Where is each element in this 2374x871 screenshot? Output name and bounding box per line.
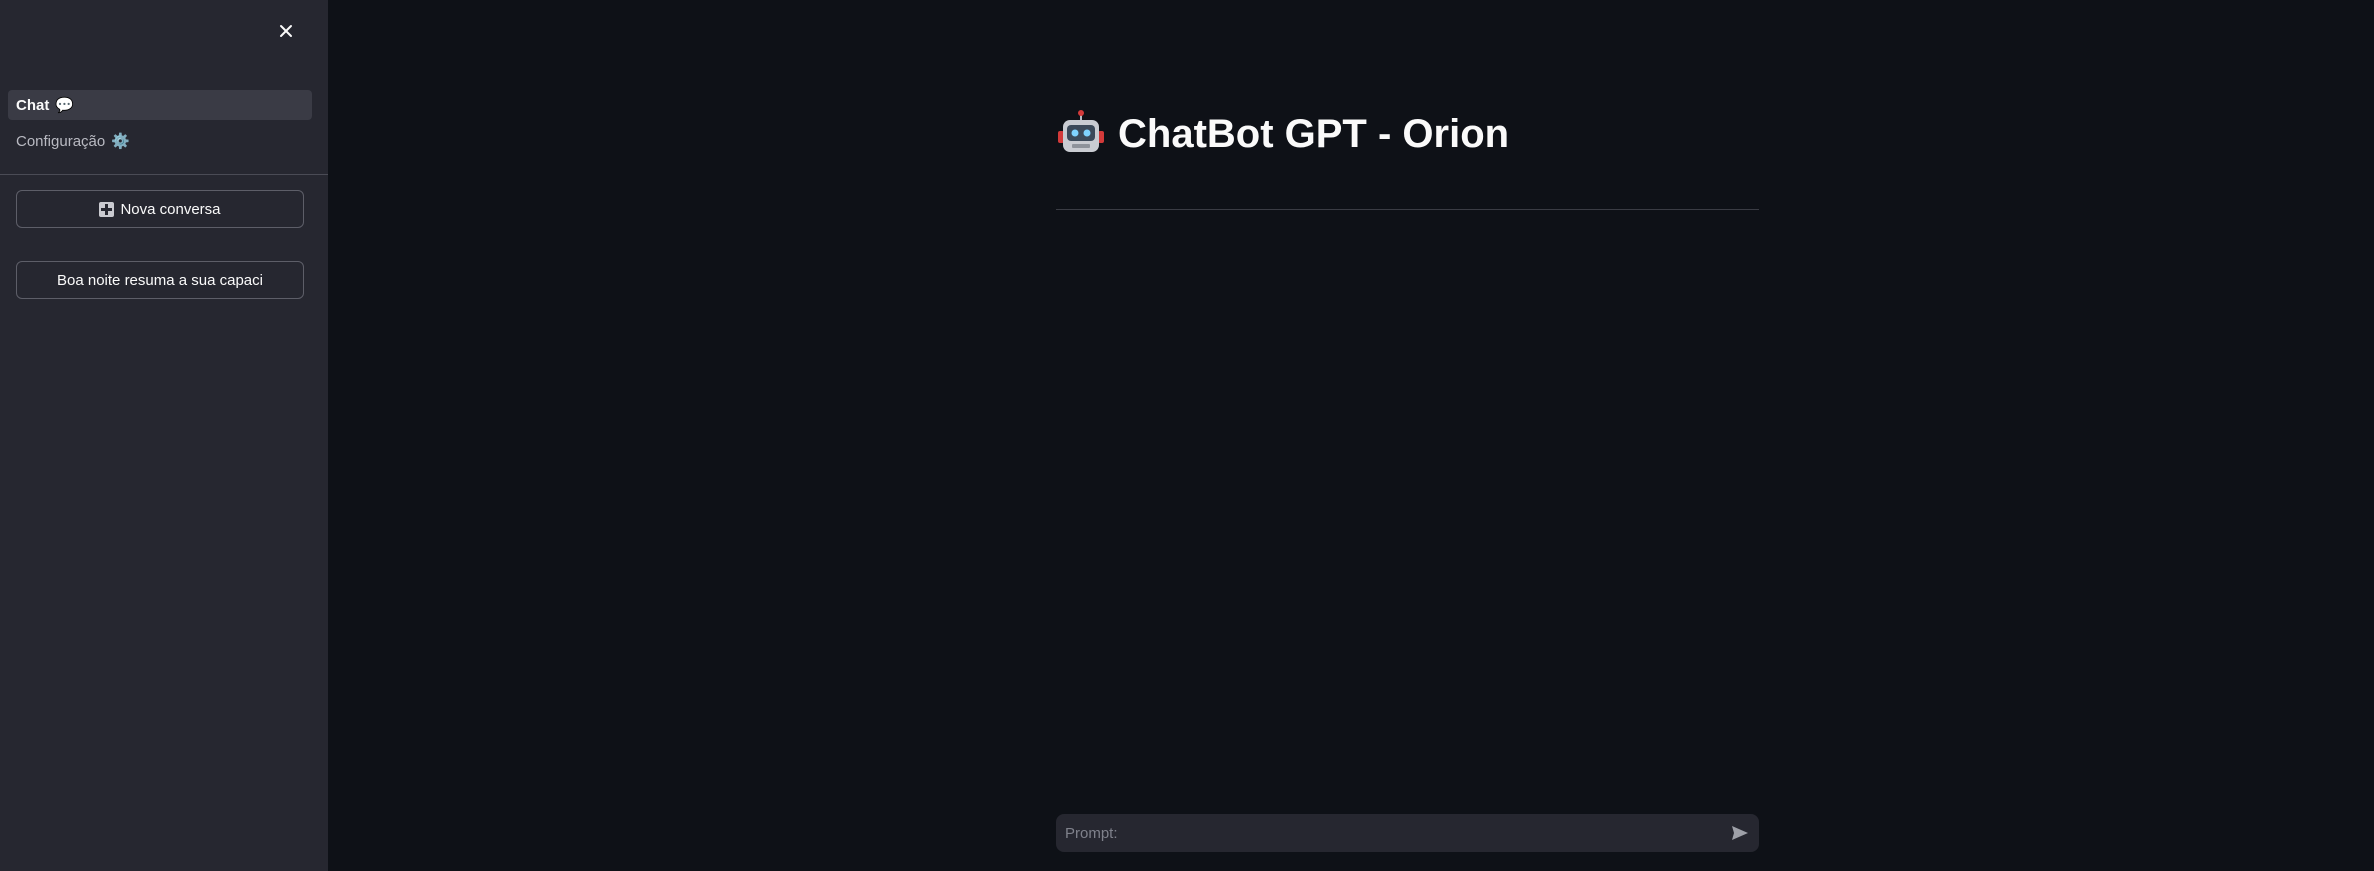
- chat-input-container: [1056, 814, 1759, 852]
- conversation-history-label: Boa noite resuma a sua capaci: [57, 271, 263, 289]
- conversation-history-button[interactable]: Boa noite resuma a sua capaci: [16, 261, 304, 299]
- sidebar-item-label: Configuração: [16, 132, 106, 150]
- sidebar-item-chat[interactable]: Chat 💬: [8, 90, 312, 120]
- close-sidebar-button[interactable]: [273, 18, 299, 44]
- main-content: ChatBot GPT - Orion: [328, 0, 2374, 871]
- send-button[interactable]: [1721, 814, 1759, 852]
- sidebar-item-configuracao[interactable]: Configuração ⚙️: [8, 126, 312, 156]
- sidebar: Chat 💬 Configuração ⚙️ Nova conversa Boa…: [0, 0, 328, 871]
- page-title-text: ChatBot GPT - Orion: [1118, 111, 1510, 156]
- app: Chat 💬 Configuração ⚙️ Nova conversa Boa…: [0, 0, 2374, 871]
- speech-bubble-icon: 💬: [55, 97, 75, 114]
- prompt-input[interactable]: [1056, 823, 1721, 843]
- sidebar-item-label: Chat: [16, 96, 50, 114]
- plus-icon: [99, 201, 115, 217]
- new-conversation-button[interactable]: Nova conversa: [16, 190, 304, 228]
- page-title: ChatBot GPT - Orion: [1056, 104, 1509, 164]
- title-divider: [1056, 209, 1759, 210]
- robot-icon: [1058, 110, 1104, 152]
- send-icon: [1732, 826, 1748, 840]
- close-icon: [280, 25, 292, 37]
- new-conversation-label: Nova conversa: [120, 200, 221, 218]
- sidebar-divider: [0, 174, 328, 175]
- gear-icon: ⚙️: [111, 133, 130, 150]
